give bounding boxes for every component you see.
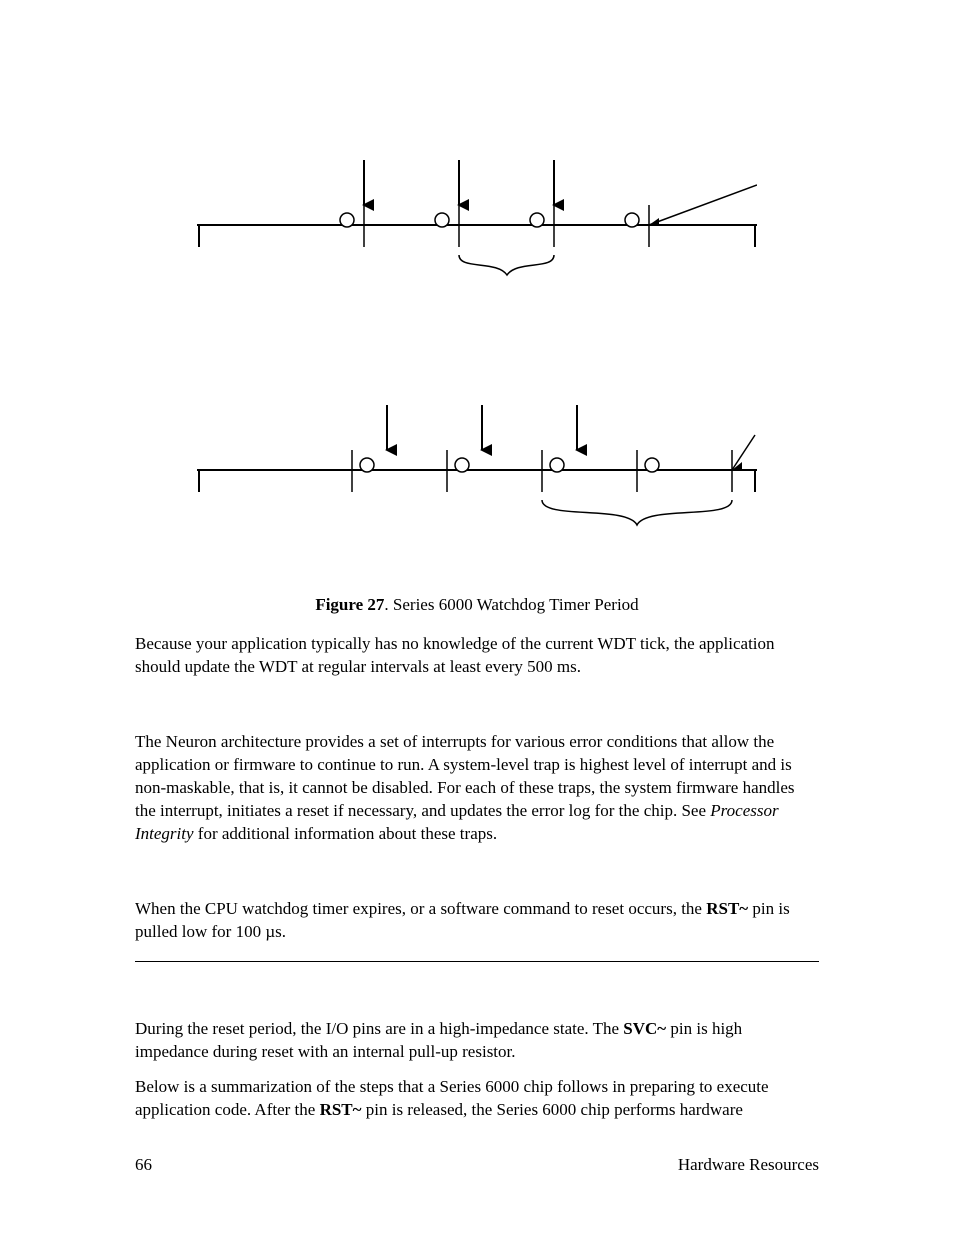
horizontal-rule bbox=[135, 961, 819, 962]
spacer bbox=[135, 990, 819, 1018]
text-run: The Neuron architecture provides a set o… bbox=[135, 732, 795, 820]
text-run: pin is released, the Series 6000 chip pe… bbox=[362, 1100, 743, 1119]
text-run: for additional information about these t… bbox=[194, 824, 498, 843]
text-run: During the reset period, the I/O pins ar… bbox=[135, 1019, 623, 1038]
spacer bbox=[135, 858, 819, 898]
callout-line bbox=[649, 185, 757, 225]
spacer bbox=[135, 691, 819, 731]
page: Figure 27. Series 6000 Watchdog Timer Pe… bbox=[0, 0, 954, 1235]
rst-pin-label: RST~ bbox=[706, 899, 748, 918]
rst-pin-label: RST~ bbox=[320, 1100, 362, 1119]
figure-caption-text: . Series 6000 Watchdog Timer Period bbox=[384, 595, 638, 614]
brace-icon bbox=[459, 255, 554, 275]
svc-pin-label: SVC~ bbox=[623, 1019, 666, 1038]
figure-number: Figure 27 bbox=[315, 595, 384, 614]
text-run: When the CPU watchdog timer expires, or … bbox=[135, 899, 706, 918]
figure-area bbox=[197, 135, 757, 540]
paragraph-rst-low: When the CPU watchdog timer expires, or … bbox=[135, 898, 819, 944]
paragraph-svc-highz: During the reset period, the I/O pins ar… bbox=[135, 1018, 819, 1064]
paragraph-wdt-update: Because your application typically has n… bbox=[135, 633, 819, 679]
paragraph-summary: Below is a summarization of the steps th… bbox=[135, 1076, 819, 1122]
page-number: 66 bbox=[135, 1155, 152, 1175]
figure-caption: Figure 27. Series 6000 Watchdog Timer Pe… bbox=[135, 595, 819, 615]
timing-diagram-1 bbox=[197, 135, 757, 285]
section-title: Hardware Resources bbox=[678, 1155, 819, 1175]
update-arrow-group bbox=[364, 160, 554, 205]
timing-diagram-2 bbox=[197, 380, 757, 540]
brace-icon bbox=[542, 500, 732, 525]
paragraph-traps: The Neuron architecture provides a set o… bbox=[135, 731, 819, 846]
page-footer: 66 Hardware Resources bbox=[135, 1155, 819, 1175]
